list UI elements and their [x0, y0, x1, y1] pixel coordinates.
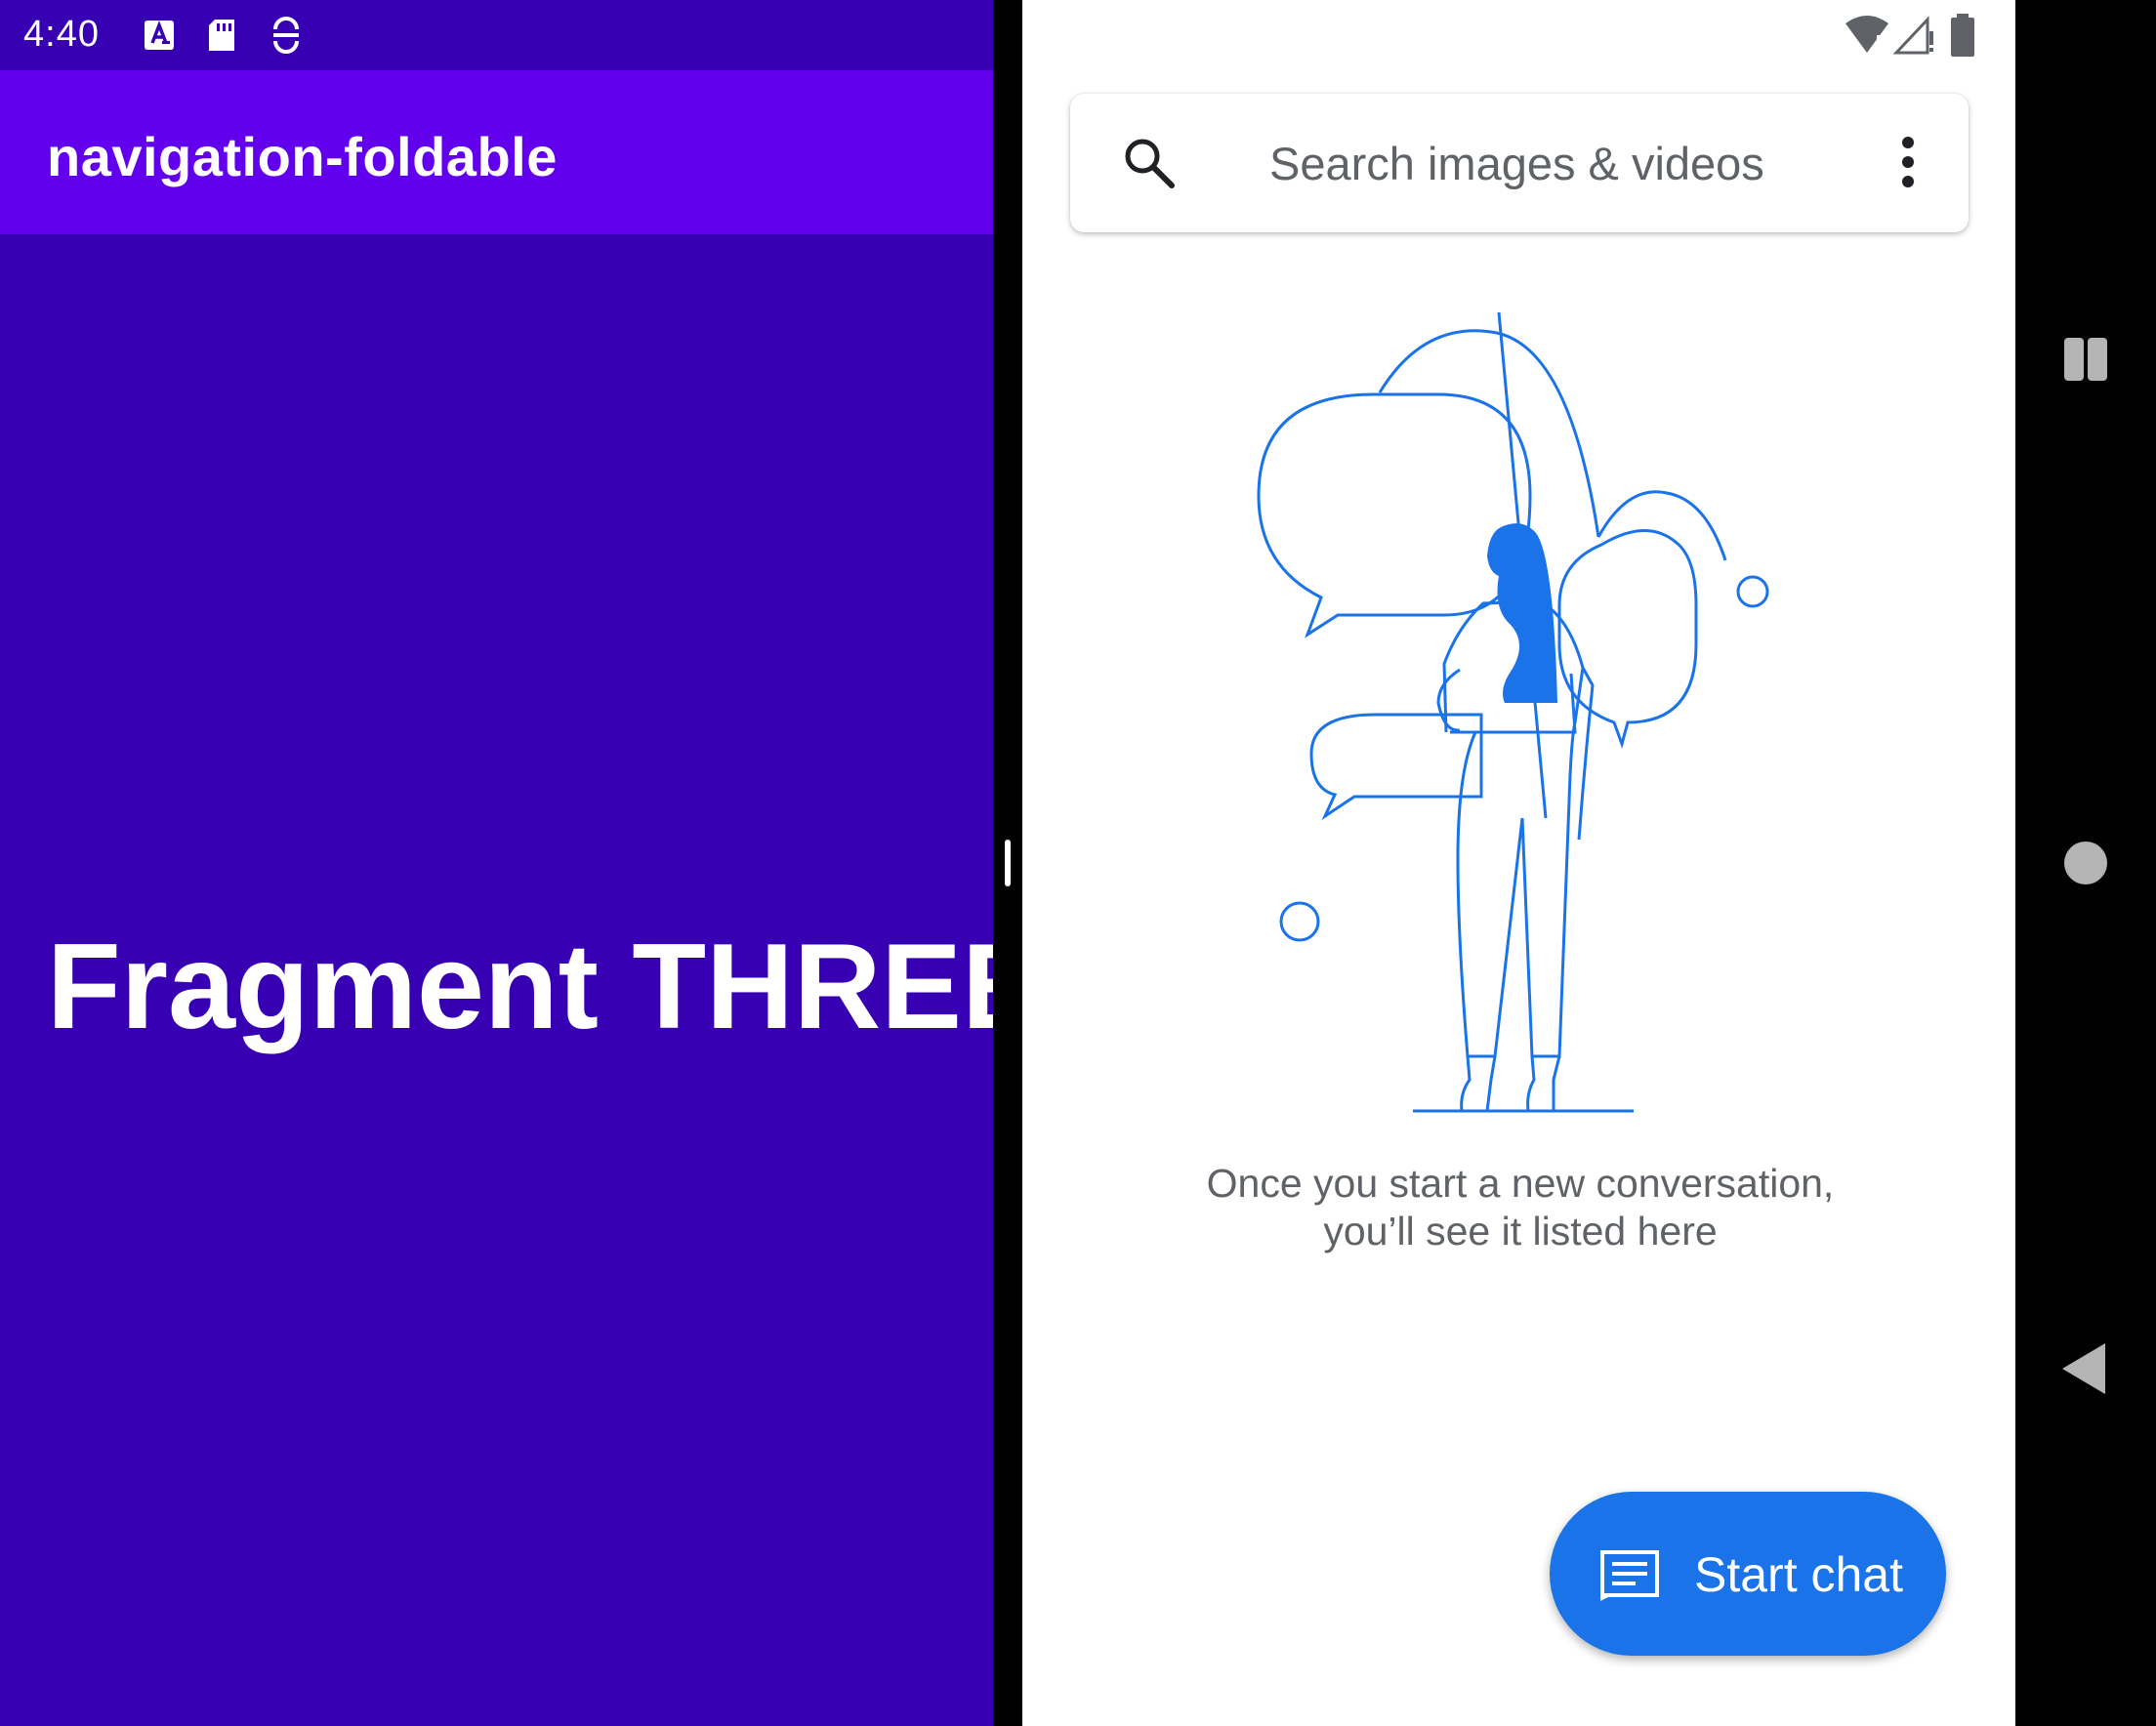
- search-bar[interactable]: Search images & videos: [1070, 94, 1969, 232]
- right-app-pane: Search images & videos Once you start a …: [1022, 0, 2015, 1726]
- status-bar-right: [1803, 10, 1998, 61]
- home-icon[interactable]: [2064, 842, 2107, 884]
- recents-icon[interactable]: [2062, 336, 2109, 383]
- battery-icon: [1951, 14, 1974, 57]
- left-app-pane: 4:40 navigation-foldable Fragment THREE: [0, 0, 1043, 1726]
- assistant-icon: [273, 17, 299, 54]
- status-bar-left: 4:40: [0, 0, 993, 70]
- status-time: 4:40: [23, 14, 100, 55]
- start-chat-label[interactable]: Start chat: [1694, 1546, 1903, 1603]
- system-nav-bar: [2015, 0, 2156, 1726]
- app-bar: navigation-foldable: [0, 70, 993, 234]
- empty-state-illustration: [1257, 312, 1769, 1113]
- message-icon: [1600, 1550, 1659, 1601]
- back-icon[interactable]: [2060, 1341, 2107, 1396]
- search-input[interactable]: Search images & videos: [1269, 137, 1764, 190]
- wifi-icon: [1845, 16, 1888, 53]
- sd-card-icon: [209, 20, 234, 51]
- start-chat-button[interactable]: Start chat: [1550, 1492, 1946, 1656]
- empty-state-message: Once you start a new conversation, you’l…: [1206, 1161, 1835, 1253]
- split-handle[interactable]: [1005, 840, 1011, 886]
- app-title: navigation-foldable: [47, 126, 558, 187]
- search-icon[interactable]: [1121, 135, 1178, 191]
- text-a-icon: [145, 21, 174, 50]
- fragment-label: Fragment THREE: [47, 920, 1043, 1054]
- more-vert-icon[interactable]: [1900, 133, 1916, 191]
- signal-icon: [1892, 16, 1933, 55]
